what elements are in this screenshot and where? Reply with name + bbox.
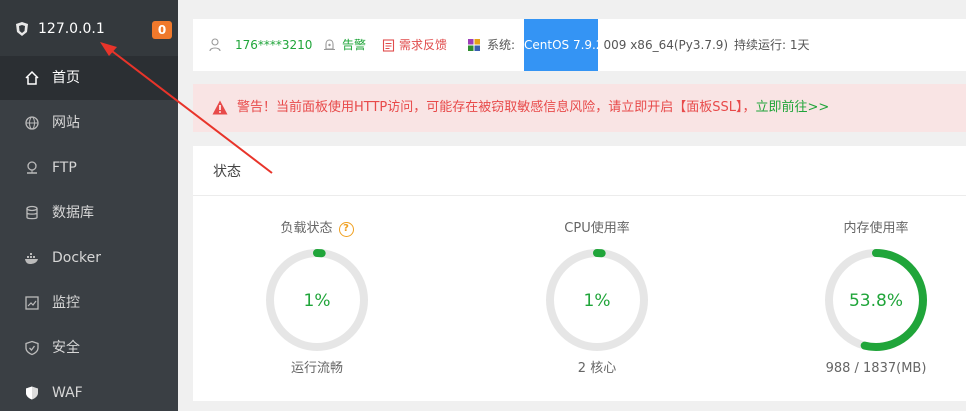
monitor-icon bbox=[25, 296, 39, 310]
sidebar-item-label: FTP bbox=[52, 160, 77, 176]
feedback-link[interactable]: 需求反馈 bbox=[399, 37, 447, 53]
divider bbox=[193, 195, 966, 196]
status-panel: 状态 负载状态? 1% 运行流畅 CPU使用率 1% 2 核心 内存使用率 53… bbox=[193, 146, 966, 401]
sidebar-item-security[interactable]: 安全 bbox=[0, 326, 178, 370]
sidebar-item-monitor[interactable]: 监控 bbox=[0, 281, 178, 325]
sidebar: 127.0.0.1 0 首页 网站 FTP 数据库 Docker 监控 安全 W… bbox=[0, 0, 178, 411]
go-ssl-link[interactable]: 立即前往>> bbox=[756, 100, 830, 115]
sidebar-item-waf[interactable]: WAF bbox=[0, 371, 178, 411]
system-info: CentOS 7.9.2009 x86_64(Py3.7.9) bbox=[524, 37, 728, 53]
database-icon bbox=[26, 205, 38, 220]
system-info-selected: CentOS 7.9.2 bbox=[524, 38, 604, 52]
notification-badge[interactable]: 0 bbox=[152, 21, 172, 39]
gauge-title: 内存使用率 bbox=[843, 221, 909, 236]
cpu-gauge[interactable]: CPU使用率 1% 2 核心 bbox=[527, 220, 667, 378]
sidebar-item-docker[interactable]: Docker bbox=[0, 236, 178, 280]
gauge-title: CPU使用率 bbox=[564, 221, 630, 236]
docker-icon bbox=[25, 253, 38, 264]
alert-message: 警告！当前面板使用HTTP访问，可能存在被窃取敏感信息风险，请立即开启【面板SS… bbox=[237, 100, 756, 115]
globe-icon bbox=[25, 116, 39, 130]
memory-gauge[interactable]: 内存使用率 53.8% 988 / 1837(MB) bbox=[806, 220, 946, 378]
load-gauge[interactable]: 负载状态? 1% 运行流畅 bbox=[247, 220, 387, 378]
sidebar-item-label: 数据库 bbox=[52, 205, 94, 221]
panel-title: 状态 bbox=[213, 164, 241, 180]
gauge-value: 53.8% bbox=[849, 291, 903, 311]
alarm-link[interactable]: 告警 bbox=[342, 37, 366, 53]
server-shield-icon bbox=[16, 22, 28, 36]
sidebar-item-database[interactable]: 数据库 bbox=[0, 191, 178, 235]
gauge-title: 负载状态 bbox=[280, 221, 333, 236]
sidebar-item-home[interactable]: 首页 bbox=[0, 56, 178, 100]
sidebar-item-ftp[interactable]: FTP bbox=[0, 146, 178, 190]
sidebar-header[interactable]: 127.0.0.1 0 bbox=[0, 0, 178, 56]
system-info-rest: 009 x86_64(Py3.7.9) bbox=[603, 38, 729, 52]
warning-icon bbox=[212, 100, 228, 115]
gauge-value: 1% bbox=[584, 291, 611, 311]
uptime: 持续运行: 1天 bbox=[734, 38, 810, 52]
sidebar-item-label: 监控 bbox=[52, 295, 80, 311]
sidebar-item-label: Docker bbox=[52, 250, 102, 266]
shield-icon bbox=[25, 340, 39, 356]
gauge-value: 1% bbox=[304, 291, 331, 311]
ssl-warning-alert: 警告！当前面板使用HTTP访问，可能存在被窃取敏感信息风险，请立即开启【面板SS… bbox=[193, 84, 966, 132]
gauge-ring: 53.8% bbox=[825, 249, 927, 351]
top-info-bar: 176****3210 告警 需求反馈 系统: CentOS 7.9.2009 … bbox=[193, 19, 966, 71]
server-host: 127.0.0.1 bbox=[38, 21, 105, 37]
sidebar-item-label: WAF bbox=[52, 385, 83, 401]
gauge-ring: 1% bbox=[546, 249, 648, 351]
sidebar-item-label: 安全 bbox=[52, 340, 80, 356]
ftp-icon bbox=[27, 161, 37, 174]
waf-shield-icon bbox=[26, 386, 38, 400]
sidebar-item-website[interactable]: 网站 bbox=[0, 101, 178, 145]
system-label: 系统: bbox=[487, 38, 516, 52]
sidebar-item-label: 首页 bbox=[52, 70, 80, 86]
user-account-link[interactable]: 176****3210 bbox=[235, 37, 312, 53]
sidebar-item-label: 网站 bbox=[52, 115, 80, 131]
gauge-caption: 988 / 1837(MB) bbox=[825, 361, 927, 376]
home-icon bbox=[25, 70, 39, 85]
gauge-caption: 2 核心 bbox=[577, 361, 617, 376]
gauge-ring: 1% bbox=[266, 249, 368, 351]
help-icon[interactable]: ? bbox=[338, 222, 354, 237]
gauge-caption: 运行流畅 bbox=[290, 361, 343, 376]
